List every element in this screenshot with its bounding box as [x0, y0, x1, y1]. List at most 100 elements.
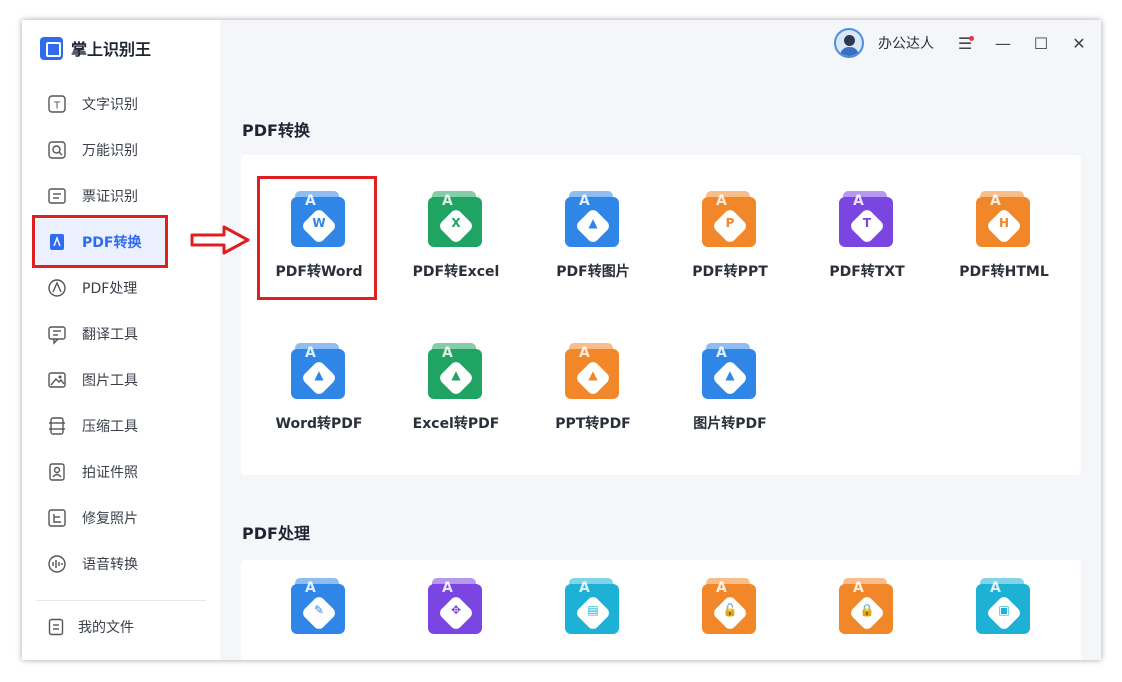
pdf-process-tool-icon: A 🔓: [702, 578, 758, 636]
pdf-process-tool-icon: A ▤: [565, 578, 621, 636]
pdf-tool-icon: AH: [976, 191, 1032, 249]
pdf-tool-icon: AT: [839, 191, 895, 249]
tool-tile[interactable]: A ▲ PDF转图片: [528, 173, 658, 293]
app-title: 掌上识别王: [71, 40, 152, 59]
tool-tile[interactable]: A ▲ 图片转PDF: [665, 325, 795, 445]
universal-recognition-icon: [46, 139, 68, 161]
app-logo-icon: [40, 36, 63, 60]
pdf-tool-icon: A ▲: [291, 343, 347, 401]
id-photo-icon: [46, 461, 68, 483]
pdf-process-tool-icon: A ✎: [291, 578, 347, 636]
notification-dot: [969, 35, 974, 41]
pdf-process-panel: A ✎ A ✥ A ▤ A 🔓 A 🔒 A ▣: [241, 560, 1081, 660]
maximize-icon: ☐: [1033, 33, 1049, 53]
tool-label: PDF转TXT: [829, 264, 905, 280]
tool-label: Word转PDF: [275, 416, 363, 432]
sidebar-item-pdf-convert[interactable]: PDF转换: [36, 219, 166, 265]
sidebar: 掌上识别王 T 文字识别万能识别票证识别 PDF转换 PDF处理翻译工具图片工具压缩工…: [22, 20, 220, 660]
sidebar-item-compress[interactable]: 压缩工具: [22, 403, 220, 449]
pdf-process-tool-icon: A ▣: [976, 578, 1032, 636]
sidebar-item-voice-convert[interactable]: 语音转换: [22, 541, 220, 587]
sidebar-item-text-recognition[interactable]: T 文字识别: [22, 81, 220, 127]
tool-tile[interactable]: A ✎: [254, 560, 384, 660]
pdf-process-icon: [46, 277, 68, 299]
pdf-process-tool-icon: A 🔒: [839, 578, 895, 636]
tool-tile[interactable]: A P PDF转PPT: [665, 173, 795, 293]
section-title-pdf-convert: PDF转换: [242, 121, 310, 140]
tool-tile[interactable]: A ▲ Word转PDF: [254, 325, 384, 445]
tool-label: PDF转Word: [275, 264, 363, 280]
pdf-convert-panel: A W PDF转Word A X PDF转Excel A ▲ PDF转图片 A P PDF转PPT A T…: [241, 155, 1081, 475]
maximize-button[interactable]: ☐: [1022, 34, 1060, 53]
tool-tile[interactable]: A ✥: [391, 560, 521, 660]
section-title-pdf-process: PDF处理: [242, 524, 310, 543]
tool-tile[interactable]: A 🔓: [665, 560, 795, 660]
pdf-tool-icon: A ▲: [565, 191, 621, 249]
tool-label: PPT转PDF: [555, 416, 631, 432]
translate-icon: [46, 323, 68, 345]
pdf-tool-icon: A ▲: [428, 343, 484, 401]
compress-icon: [46, 415, 68, 437]
sidebar-item-label: 万能识别: [82, 143, 138, 159]
sidebar-item-label: 压缩工具: [82, 419, 138, 435]
text-recognition-icon: T: [46, 93, 68, 115]
tool-tile[interactable]: A ▲ PPT转PDF: [528, 325, 658, 445]
tool-label: PDF转PPT: [692, 264, 768, 280]
sidebar-item-label: 我的文件: [78, 620, 134, 636]
sidebar-item-label: 图片工具: [82, 373, 138, 389]
tool-tile[interactable]: A 🔒: [802, 560, 932, 660]
avatar[interactable]: [834, 28, 864, 58]
sidebar-item-label: 票证识别: [82, 189, 138, 205]
sidebar-item-photo-repair[interactable]: 修复照片: [22, 495, 220, 541]
sidebar-item-universal-recognition[interactable]: 万能识别: [22, 127, 220, 173]
sidebar-item-label: PDF转换: [82, 235, 142, 251]
sidebar-item-label: 修复照片: [82, 511, 138, 527]
tool-label: 图片转PDF: [693, 416, 767, 432]
brand: 掌上识别王: [40, 36, 151, 60]
tool-label: PDF转HTML: [959, 264, 1049, 280]
tool-label: Excel转PDF: [412, 416, 500, 432]
sidebar-item-label: 文字识别: [82, 97, 138, 113]
pdf-process-tool-icon: A ✥: [428, 578, 484, 636]
app-window: 掌上识别王 T 文字识别 万能识别 票证识别 PDF转换 PDF处理 翻译工具 图片工具 压缩工…: [22, 20, 1101, 660]
sidebar-item-label: 翻译工具: [82, 327, 138, 343]
sidebar-item-image-tools[interactable]: 图片工具: [22, 357, 220, 403]
pdf-convert-icon: [46, 231, 68, 253]
close-button[interactable]: ✕: [1060, 34, 1098, 53]
menu-button[interactable]: ☰: [946, 34, 984, 53]
sidebar-item-label: 语音转换: [82, 557, 138, 573]
tool-tile[interactable]: A ▤: [528, 560, 658, 660]
tool-tile[interactable]: A H PDF转HTML: [939, 173, 1069, 293]
tool-tile[interactable]: A X PDF转Excel: [391, 173, 521, 293]
pdf-tool-icon: A ▲: [702, 343, 758, 401]
sidebar-item-id-photo[interactable]: 拍证件照: [22, 449, 220, 495]
tool-label: PDF转图片: [556, 264, 630, 280]
pdf-tool-icon: AW: [291, 191, 347, 249]
sidebar-item-label: 拍证件照: [82, 465, 138, 481]
tool-tile[interactable]: A ▣: [939, 560, 1069, 660]
arrow-right-icon: [190, 225, 250, 255]
pdf-tool-icon: A ▲: [565, 343, 621, 401]
voice-convert-icon: [46, 553, 68, 575]
pdf-tool-icon: AX: [428, 191, 484, 249]
sidebar-item-my-files[interactable]: 我的文件: [46, 616, 134, 638]
my-files-icon: [46, 616, 68, 638]
sidebar-item-translate[interactable]: 翻译工具: [22, 311, 220, 357]
tool-tile[interactable]: A T PDF转TXT: [802, 173, 932, 293]
minimize-button[interactable]: —: [984, 34, 1022, 53]
sidebar-nav: T 文字识别万能识别票证识别 PDF转换 PDF处理翻译工具图片工具压缩工具拍证件照修…: [22, 81, 220, 587]
minimize-icon: —: [995, 33, 1011, 53]
username[interactable]: 办公达人: [878, 33, 934, 53]
sidebar-divider: [36, 600, 206, 601]
sidebar-item-pdf-process[interactable]: PDF处理: [22, 265, 220, 311]
photo-repair-icon: [46, 507, 68, 529]
sidebar-item-ticket-recognition[interactable]: 票证识别: [22, 173, 220, 219]
svg-text:T: T: [53, 101, 61, 112]
pdf-tool-icon: AP: [702, 191, 758, 249]
tool-tile[interactable]: A W PDF转Word: [254, 173, 384, 293]
image-tools-icon: [46, 369, 68, 391]
tool-label: PDF转Excel: [412, 264, 500, 280]
sidebar-item-label: PDF处理: [82, 281, 138, 297]
tool-tile[interactable]: A ▲ Excel转PDF: [391, 325, 521, 445]
titlebar: 办公达人 ☰ — ☐ ✕: [834, 28, 1098, 58]
